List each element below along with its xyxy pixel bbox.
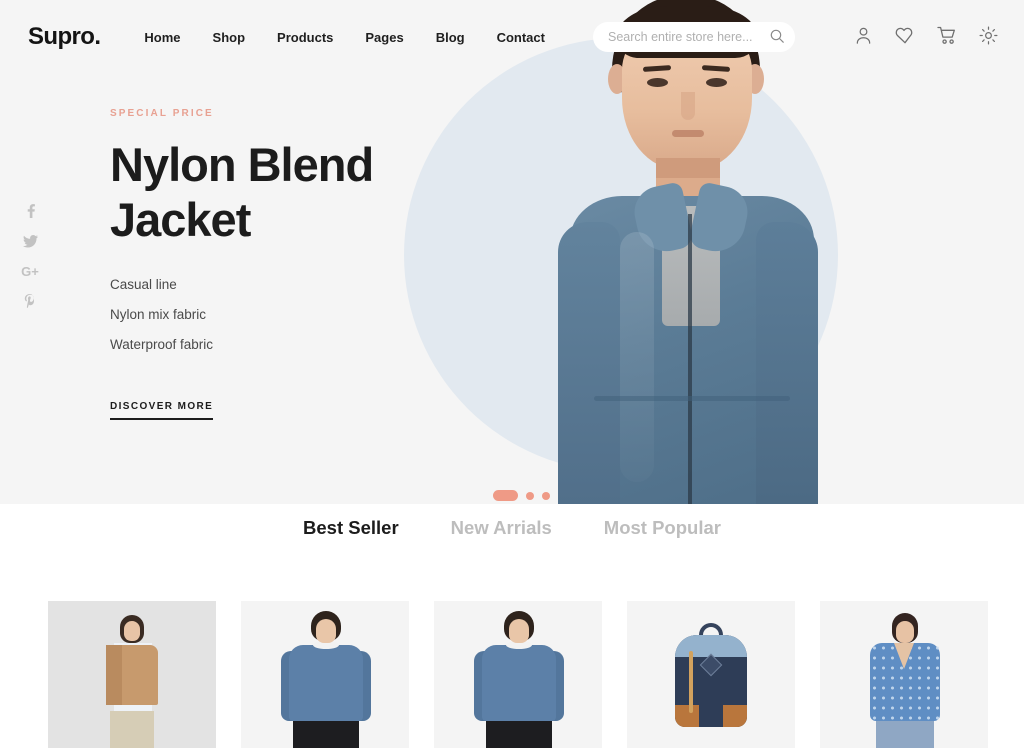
carousel-dot-1[interactable]: [493, 490, 518, 501]
tab-most-popular[interactable]: Most Popular: [604, 517, 721, 539]
product-grid: [48, 601, 988, 748]
search-bar: [593, 22, 795, 52]
product-card-1[interactable]: [48, 601, 216, 748]
nav-item-blog[interactable]: Blog: [436, 30, 465, 45]
page-root: SPECIAL PRICE Nylon Blend Jacket Casual …: [0, 0, 1024, 748]
site-header: Supro. Home Shop Products Pages Blog Con…: [0, 0, 1024, 74]
wishlist-heart-icon[interactable]: [895, 26, 915, 50]
product-card-3[interactable]: [434, 601, 602, 748]
product-card-2[interactable]: [241, 601, 409, 748]
brand-logo[interactable]: Supro.: [28, 23, 101, 51]
pinterest-icon[interactable]: [16, 286, 44, 316]
nav-item-shop[interactable]: Shop: [213, 30, 246, 45]
search-input[interactable]: [593, 22, 795, 52]
nav-item-home[interactable]: Home: [144, 30, 180, 45]
tab-new-arrivals[interactable]: New Arrials: [451, 517, 552, 539]
nav-item-pages[interactable]: Pages: [365, 30, 403, 45]
google-plus-icon[interactable]: G+: [16, 256, 44, 286]
social-rail: G+: [16, 196, 44, 316]
product-tabs: Best Seller New Arrials Most Popular: [0, 508, 1024, 548]
hero-feature-item: Casual line: [110, 277, 177, 292]
hero-eyebrow: SPECIAL PRICE: [110, 108, 214, 119]
hero-feature-item: Waterproof fabric: [110, 337, 214, 352]
twitter-icon[interactable]: [16, 226, 44, 256]
facebook-icon[interactable]: [16, 196, 44, 226]
hero-title: Nylon Blend Jacket: [110, 138, 374, 246]
search-icon[interactable]: [770, 29, 784, 48]
product-card-5[interactable]: [820, 601, 988, 748]
hero-feature-list: Casual line Nylon mix fabric Waterproof …: [110, 273, 440, 356]
carousel-dot-3[interactable]: [542, 491, 550, 500]
hero-feature-item: Nylon mix fabric: [110, 307, 207, 322]
account-icon[interactable]: [854, 26, 873, 50]
nav-item-products[interactable]: Products: [277, 30, 333, 45]
main-navigation: Home Shop Products Pages Blog Contact: [144, 30, 545, 45]
hero-copy: SPECIAL PRICE Nylon Blend Jacket Casual …: [110, 108, 440, 420]
cart-icon[interactable]: [937, 26, 957, 50]
tab-best-seller[interactable]: Best Seller: [303, 517, 399, 539]
settings-gear-icon[interactable]: [979, 26, 998, 50]
carousel-dot-2[interactable]: [526, 491, 534, 500]
nav-item-contact[interactable]: Contact: [497, 30, 545, 45]
product-card-4[interactable]: [627, 601, 795, 748]
discover-more-button[interactable]: DISCOVER MORE: [110, 401, 214, 420]
carousel-dots: [493, 490, 550, 501]
hero-model-photo: [558, 0, 820, 504]
header-icon-group: [854, 26, 998, 50]
google-plus-label: G+: [21, 263, 39, 279]
hero-banner: SPECIAL PRICE Nylon Blend Jacket Casual …: [0, 0, 1024, 504]
